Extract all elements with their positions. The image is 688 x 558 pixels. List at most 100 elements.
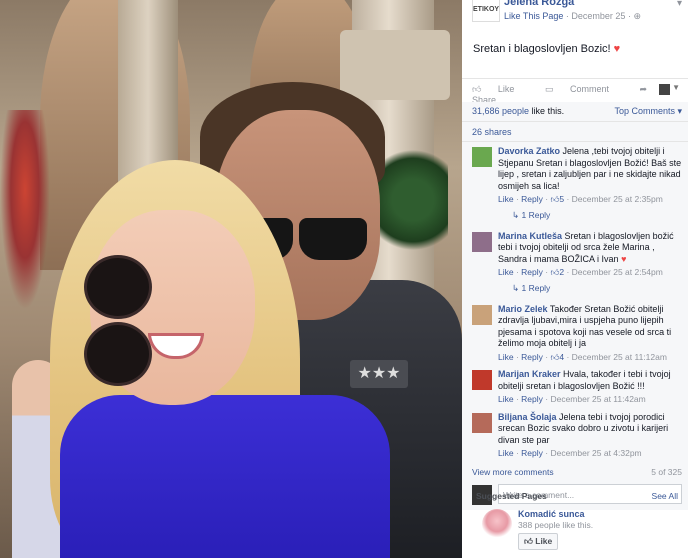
- commenter-avatar[interactable]: [472, 370, 492, 390]
- commenter-avatar[interactable]: [472, 147, 492, 167]
- comment-likes-count[interactable]: 👍︎4: [550, 352, 564, 362]
- photo-christmas-tree: [0, 110, 50, 310]
- like-label: Like: [497, 84, 515, 94]
- comment-item: Davorka Zatko Jelena ,tebi tvojoj obitel…: [462, 142, 688, 208]
- comment-time[interactable]: December 25 at 4:32pm: [550, 448, 641, 458]
- comment-likes-count[interactable]: 👍︎2: [550, 267, 564, 277]
- page-header: ETIKOY Jelena Rozga Like This Page · Dec…: [462, 0, 688, 30]
- comment-icon: ▭: [544, 84, 556, 94]
- post-actions: 👍︎ Like ▭ Comment ➦ Share ▼: [462, 78, 688, 105]
- photo-wreath: [378, 140, 448, 260]
- comment-time[interactable]: December 25 at 11:12am: [572, 352, 667, 362]
- comment-like-link[interactable]: Like: [498, 194, 514, 204]
- comments-list: Davorka Zatko Jelena ,tebi tvojoj obitel…: [462, 142, 688, 510]
- comment-meta: Like · Reply · 👍︎5 · December 25 at 2:35…: [498, 194, 663, 204]
- comment-like-link[interactable]: Like: [498, 394, 514, 404]
- commenter-name[interactable]: Mario Zelek: [498, 304, 548, 314]
- caret-down-icon[interactable]: ▼: [672, 83, 680, 92]
- post-message: Sretan i blagoslovljen Bozic!: [473, 43, 611, 55]
- thumbs-up-icon: 👍︎: [550, 194, 560, 204]
- heart-emoji-icon: ♥: [613, 43, 621, 55]
- photo-woman-sunglasses: [84, 255, 234, 386]
- page-subline: Like This Page · December 25 · ⊕: [504, 11, 641, 22]
- suggested-page-logo[interactable]: [482, 509, 512, 539]
- comment-likes-value: 2: [559, 267, 565, 277]
- comments-count: 5 of 325: [651, 466, 682, 477]
- like-button-label: Like: [535, 536, 553, 546]
- thumbs-up-icon: 👍︎: [550, 267, 560, 277]
- chevron-down-icon[interactable]: ▾: [677, 0, 682, 9]
- like-button[interactable]: 👍︎ Like: [472, 84, 528, 94]
- photo-column-capital: [340, 30, 450, 100]
- view-replies-link[interactable]: ↳ 1 Reply: [462, 281, 688, 300]
- comment-likes-count[interactable]: 👍︎5: [550, 194, 564, 204]
- comment-likes-value: 5: [559, 194, 565, 204]
- separator: ·: [627, 11, 631, 21]
- comment-like-link[interactable]: Like: [498, 267, 514, 277]
- comment-item: Marijan Kraker Hvala, također i tebi i t…: [462, 365, 688, 408]
- comment-like-link[interactable]: Like: [498, 448, 514, 458]
- comment-item: Mario Zelek Također Sretan Božić obitelj…: [462, 300, 688, 366]
- thumbs-up-icon: 👍︎: [472, 84, 484, 94]
- comment-reply-link[interactable]: Reply: [521, 267, 543, 277]
- comment-label: Comment: [569, 84, 609, 94]
- commenter-name[interactable]: Davorka Zatko: [498, 146, 560, 156]
- see-all-link[interactable]: See All: [652, 491, 678, 501]
- comment-time[interactable]: December 25 at 2:54pm: [572, 267, 663, 277]
- heart-emoji-icon: ♥: [621, 253, 627, 264]
- commenter-name[interactable]: Marina Kutleša: [498, 231, 562, 241]
- view-replies-link[interactable]: ↳ 1 Reply: [462, 208, 688, 227]
- photo-woman-shirt: [60, 395, 390, 558]
- suggested-page-likes: 388 people like this.: [518, 520, 594, 530]
- commenter-avatar[interactable]: [472, 231, 492, 252]
- globe-icon: ⊕: [633, 11, 642, 21]
- comment-time[interactable]: December 25 at 2:35pm: [572, 194, 663, 204]
- comment-reply-link[interactable]: Reply: [521, 448, 543, 458]
- post-sidebar: ETIKOY Jelena Rozga Like This Page · Dec…: [462, 0, 688, 558]
- post-photo[interactable]: ★★★: [0, 0, 462, 558]
- comment-meta: Like · Reply · 👍︎4 · December 25 at 11:1…: [498, 351, 667, 362]
- comment-likes-value: 4: [559, 351, 565, 362]
- post-date[interactable]: December 25: [571, 11, 625, 21]
- comment-meta: Like · Reply · 👍︎2 · December 25 at 2:54…: [498, 267, 663, 277]
- thumbs-up-icon: 👍︎: [524, 536, 536, 546]
- suggested-pages-title: Suggested Pages: [476, 491, 547, 501]
- view-more-comments: View more comments 5 of 325: [462, 462, 688, 482]
- page-avatar[interactable]: ETIKOY: [472, 0, 500, 22]
- photo-coat-pins: ★★★: [350, 360, 408, 388]
- commenter-avatar[interactable]: [472, 304, 492, 325]
- suggested-pages: Suggested Pages See All Komadić sunca 38…: [462, 491, 688, 551]
- likes-summary: 31,686 people like this. Top Comments ▾: [462, 102, 688, 122]
- viewer-avatar[interactable]: [659, 84, 670, 95]
- comment-reply-link[interactable]: Reply: [521, 394, 543, 404]
- suggested-page-name[interactable]: Komadić sunca: [518, 509, 688, 519]
- page-name-link[interactable]: Jelena Rozga: [504, 0, 574, 8]
- shares-link[interactable]: 26 shares: [462, 122, 688, 142]
- comment-like-link[interactable]: Like: [498, 352, 514, 362]
- thumbs-up-icon: 👍︎: [550, 351, 560, 362]
- likes-suffix: like this.: [529, 106, 565, 116]
- post-text: Sretan i blagoslovljen Bozic! ♥: [462, 30, 688, 78]
- comment-item: Biljana Šolaja Jelena tebi i tvojoj poro…: [462, 408, 688, 462]
- separator: ·: [565, 11, 569, 21]
- view-more-comments-link[interactable]: View more comments: [472, 467, 554, 477]
- comment-meta: Like · Reply · December 25 at 4:32pm: [498, 448, 642, 458]
- comment-item: Marina Kutleša Sretan i blagoslovljen bo…: [462, 227, 688, 281]
- comment-reply-link[interactable]: Reply: [521, 352, 543, 362]
- comment-time[interactable]: December 25 at 11:42am: [550, 394, 645, 404]
- commenter-name[interactable]: Biljana Šolaja: [498, 412, 557, 422]
- comment-button[interactable]: ▭ Comment: [545, 84, 623, 94]
- top-comments-dropdown[interactable]: Top Comments ▾: [614, 106, 682, 117]
- likes-count-link[interactable]: 31,686 people: [472, 106, 529, 116]
- commenter-avatar[interactable]: [472, 412, 492, 433]
- suggested-pages-header: Suggested Pages See All: [462, 491, 688, 501]
- share-icon: ➦: [639, 84, 648, 94]
- comment-meta: Like · Reply · December 25 at 11:42am: [498, 394, 646, 404]
- commenter-name[interactable]: Marijan Kraker: [498, 369, 561, 379]
- suggested-page-item: Komadić sunca 388 people like this. 👍︎ L…: [462, 501, 688, 551]
- suggested-page-like-button[interactable]: 👍︎ Like: [518, 533, 559, 550]
- replies-label: 1 Reply: [521, 282, 551, 293]
- comment-reply-link[interactable]: Reply: [521, 194, 543, 204]
- replies-label: 1 Reply: [521, 209, 551, 220]
- like-page-link[interactable]: Like This Page: [504, 11, 563, 21]
